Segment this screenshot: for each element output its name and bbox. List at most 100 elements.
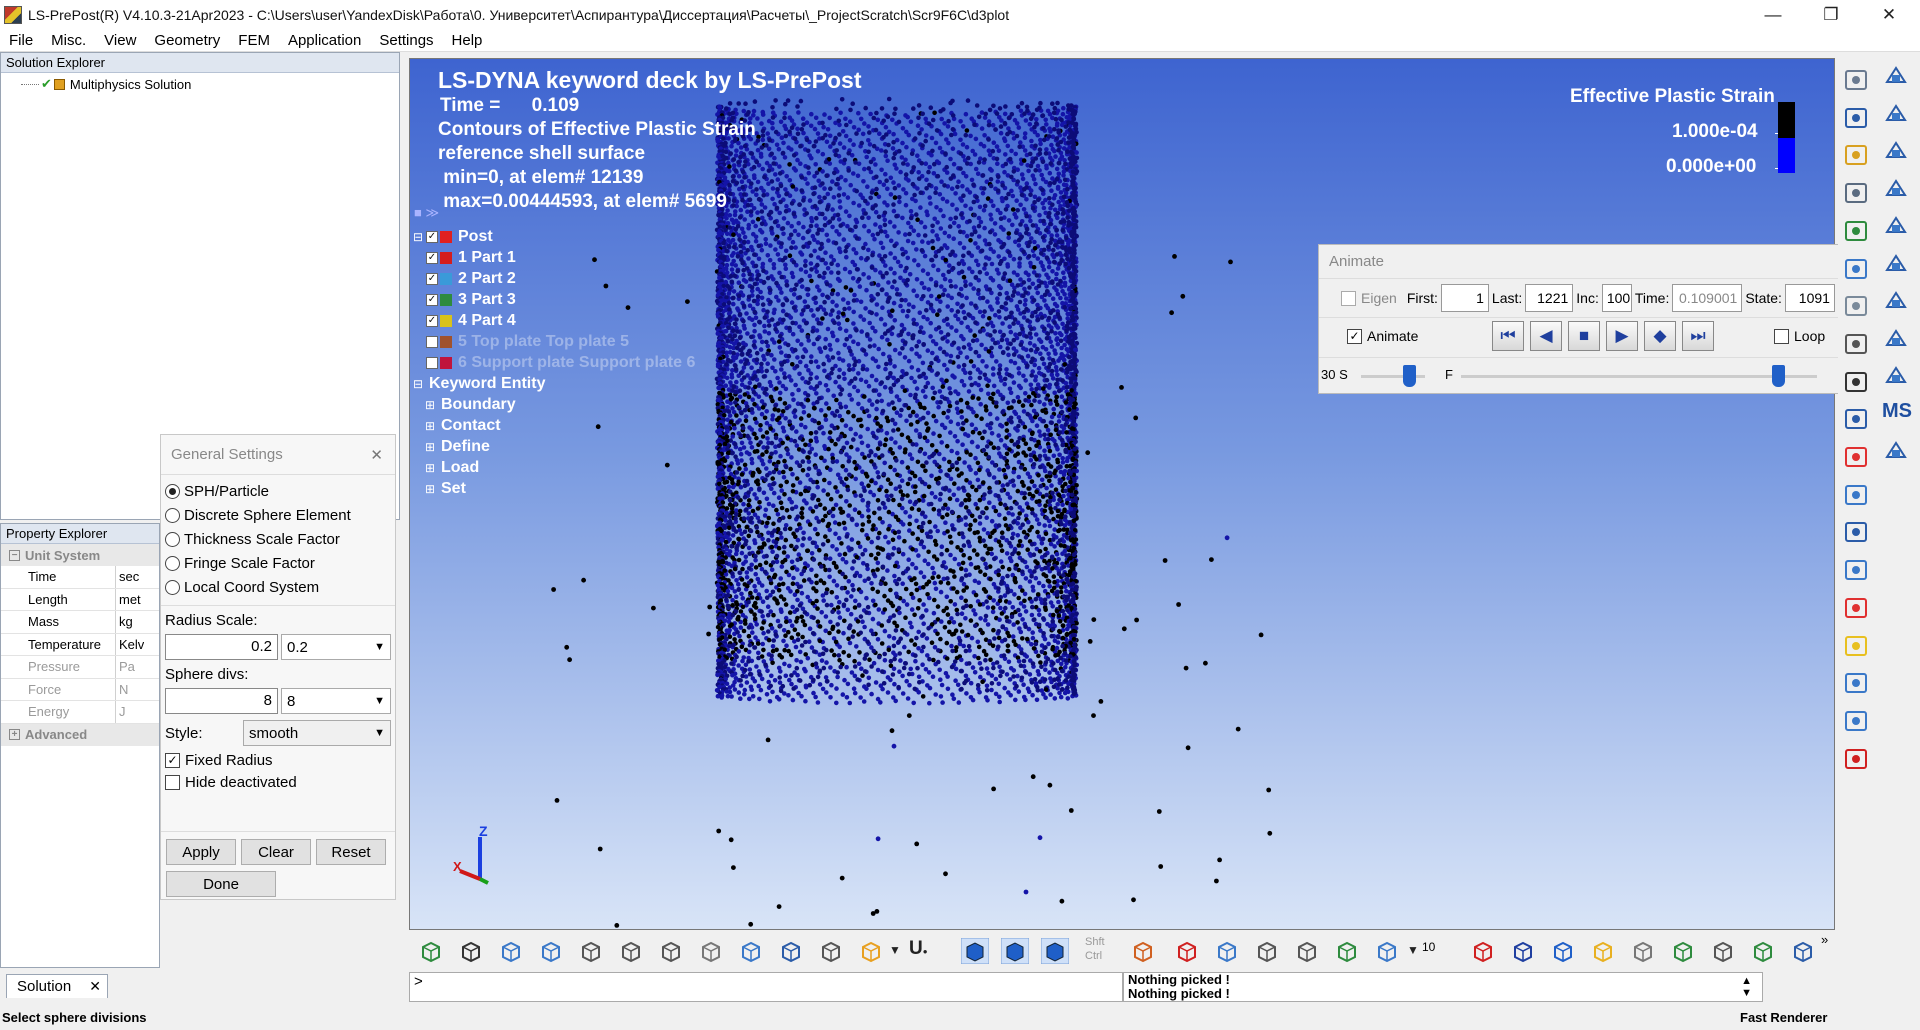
play-button[interactable]: ▶ bbox=[1606, 321, 1638, 351]
tree-item-contact[interactable]: ⊞ Contact bbox=[425, 415, 695, 436]
tree-item-part-3[interactable]: ✓ 3 Part 3 bbox=[413, 289, 695, 310]
last-frame-button[interactable]: ⏭ bbox=[1682, 321, 1714, 351]
menu-fem[interactable]: FEM bbox=[229, 32, 279, 49]
rotate-icon[interactable] bbox=[1253, 938, 1281, 964]
checker-icon[interactable] bbox=[1629, 938, 1657, 964]
frame-icon[interactable] bbox=[1842, 405, 1870, 433]
list-window-icon[interactable] bbox=[1842, 292, 1870, 320]
toolbar-overflow-icon[interactable]: » bbox=[1821, 932, 1828, 947]
prop-row-length[interactable]: Length met bbox=[1, 588, 159, 611]
reset-button[interactable]: Reset bbox=[316, 839, 386, 865]
bulb-icon[interactable] bbox=[1842, 632, 1870, 660]
state-input[interactable]: 1091 bbox=[1784, 284, 1835, 312]
gear-green-icon[interactable] bbox=[1749, 938, 1777, 964]
perspective-icon[interactable] bbox=[1040, 937, 1070, 965]
grid-window-icon[interactable] bbox=[1842, 255, 1870, 283]
ms-icon[interactable]: MS bbox=[1882, 400, 1912, 428]
speed-slider-thumb[interactable] bbox=[1403, 365, 1416, 387]
tree-item-keyword-entity[interactable]: ⊟ Keyword Entity bbox=[413, 373, 695, 394]
checkbox-icon[interactable]: ✓ bbox=[426, 293, 438, 306]
scroll-arrows-icon[interactable]: ▲ ▼ bbox=[1741, 975, 1752, 999]
tripod-icon[interactable] bbox=[1842, 669, 1870, 697]
curve-icon[interactable] bbox=[1882, 100, 1910, 128]
menu-settings[interactable]: Settings bbox=[370, 32, 442, 49]
prop-row-mass[interactable]: Mass kg bbox=[1, 611, 159, 634]
solver-icon[interactable] bbox=[1842, 330, 1870, 358]
solid-cube-icon[interactable] bbox=[497, 938, 525, 964]
grid-cube-icon[interactable] bbox=[577, 938, 605, 964]
group-unit-system[interactable]: − Unit System bbox=[1, 544, 159, 566]
check-window-icon[interactable] bbox=[1842, 217, 1870, 245]
tree-item-multiphysics[interactable]: ✔ Multiphysics Solution bbox=[1, 73, 399, 95]
prop-row-temperature[interactable]: Temperature Kelv bbox=[1, 633, 159, 656]
target-icon[interactable] bbox=[1842, 368, 1870, 396]
gear-cubes-icon[interactable] bbox=[1842, 66, 1870, 94]
menu-application[interactable]: Application bbox=[279, 32, 370, 49]
time-input[interactable]: 0.109001 bbox=[1672, 284, 1743, 312]
tree-item-part-4[interactable]: ✓ 4 Part 4 bbox=[413, 310, 695, 331]
menu-misc[interactable]: Misc. bbox=[42, 32, 95, 49]
prop-row-time[interactable]: Time sec bbox=[1, 566, 159, 589]
restore-button[interactable]: ❐ bbox=[1802, 0, 1860, 30]
tree-item-load[interactable]: ⊞ Load bbox=[425, 457, 695, 478]
fixed-radius-checkbox[interactable]: ✓ Fixed Radius bbox=[165, 749, 391, 771]
frame-slider-track[interactable] bbox=[1461, 375, 1817, 378]
loop-checkbox[interactable]: Loop bbox=[1774, 328, 1825, 344]
bounce-button[interactable]: ◆ bbox=[1644, 321, 1676, 351]
radius-scale-input[interactable]: 0.2 bbox=[165, 634, 278, 660]
done-button[interactable]: Done bbox=[166, 871, 276, 897]
sphere-divs-input[interactable]: 8 bbox=[165, 688, 278, 714]
part-cube-icon[interactable] bbox=[1509, 938, 1537, 964]
u-icon[interactable]: U● bbox=[909, 938, 937, 964]
plane-icon[interactable] bbox=[1882, 137, 1910, 165]
table-icon[interactable] bbox=[1882, 287, 1910, 315]
gears-icon[interactable] bbox=[1709, 938, 1737, 964]
step-back-button[interactable]: ◀ bbox=[1530, 321, 1562, 351]
clear-button[interactable]: Clear bbox=[241, 839, 311, 865]
more-icon[interactable]: ▼ bbox=[1407, 938, 1435, 964]
copy-window-icon[interactable] bbox=[1842, 104, 1870, 132]
animate-checkbox[interactable]: ✓ Animate bbox=[1347, 328, 1418, 344]
play-circle-icon[interactable] bbox=[1669, 938, 1697, 964]
menu-geometry[interactable]: Geometry bbox=[145, 32, 229, 49]
mesh-cube-icon[interactable] bbox=[737, 938, 765, 964]
zoom-icon[interactable] bbox=[1213, 938, 1241, 964]
pick-icon[interactable] bbox=[1129, 938, 1157, 964]
tree-item-part-2[interactable]: ✓ 2 Part 2 bbox=[413, 268, 695, 289]
close-icon[interactable]: ✕ bbox=[370, 446, 383, 464]
tree-item-part-1[interactable]: ✓ 1 Part 1 bbox=[413, 247, 695, 268]
mesh-icon[interactable] bbox=[1842, 707, 1870, 735]
checkbox-icon[interactable]: ✓ bbox=[426, 314, 438, 327]
shade-cube-icon[interactable] bbox=[537, 938, 565, 964]
sphere-divs-select[interactable]: 8 ▼ bbox=[280, 688, 391, 714]
grid-table-icon[interactable] bbox=[1882, 325, 1910, 353]
sphere-icon[interactable] bbox=[1882, 175, 1910, 203]
box-icon[interactable] bbox=[1882, 212, 1910, 240]
minimize-button[interactable]: — bbox=[1744, 0, 1802, 30]
dot-cube-icon[interactable] bbox=[697, 938, 725, 964]
cube-cursor-icon[interactable] bbox=[1842, 481, 1870, 509]
globe-icon[interactable] bbox=[1333, 938, 1361, 964]
fringe-icon[interactable] bbox=[857, 938, 885, 964]
tree-item-set[interactable]: ⊞ Set bbox=[425, 478, 695, 499]
view-box-icon[interactable] bbox=[1373, 938, 1401, 964]
star-window-icon[interactable] bbox=[1842, 141, 1870, 169]
radio-discrete-sphere[interactable]: Discrete Sphere Element bbox=[161, 503, 395, 527]
radio-thickness-scale[interactable]: Thickness Scale Factor bbox=[161, 527, 395, 551]
menu-view[interactable]: View bbox=[95, 32, 145, 49]
home-icon[interactable] bbox=[1549, 938, 1577, 964]
first-input[interactable]: 1 bbox=[1440, 284, 1489, 312]
lightning-icon[interactable] bbox=[1589, 938, 1617, 964]
center-icon[interactable] bbox=[1173, 938, 1201, 964]
style-select[interactable]: smooth ▼ bbox=[243, 720, 391, 746]
tree-item-boundary[interactable]: ⊞ Boundary bbox=[425, 394, 695, 415]
stop-button[interactable]: ■ bbox=[1568, 321, 1600, 351]
menu-file[interactable]: File bbox=[0, 32, 42, 49]
radio-local-coord[interactable]: Local Coord System bbox=[161, 575, 395, 599]
checkbox-icon[interactable]: ✓ bbox=[426, 251, 438, 264]
checkbox-icon[interactable]: ✓ bbox=[426, 272, 438, 285]
tab-solution[interactable]: Solution ✕ bbox=[6, 974, 108, 998]
checkbox-icon[interactable] bbox=[426, 356, 438, 369]
group-advanced[interactable]: + Advanced bbox=[1, 723, 159, 746]
radius-scale-select[interactable]: 0.2 ▼ bbox=[280, 634, 391, 660]
